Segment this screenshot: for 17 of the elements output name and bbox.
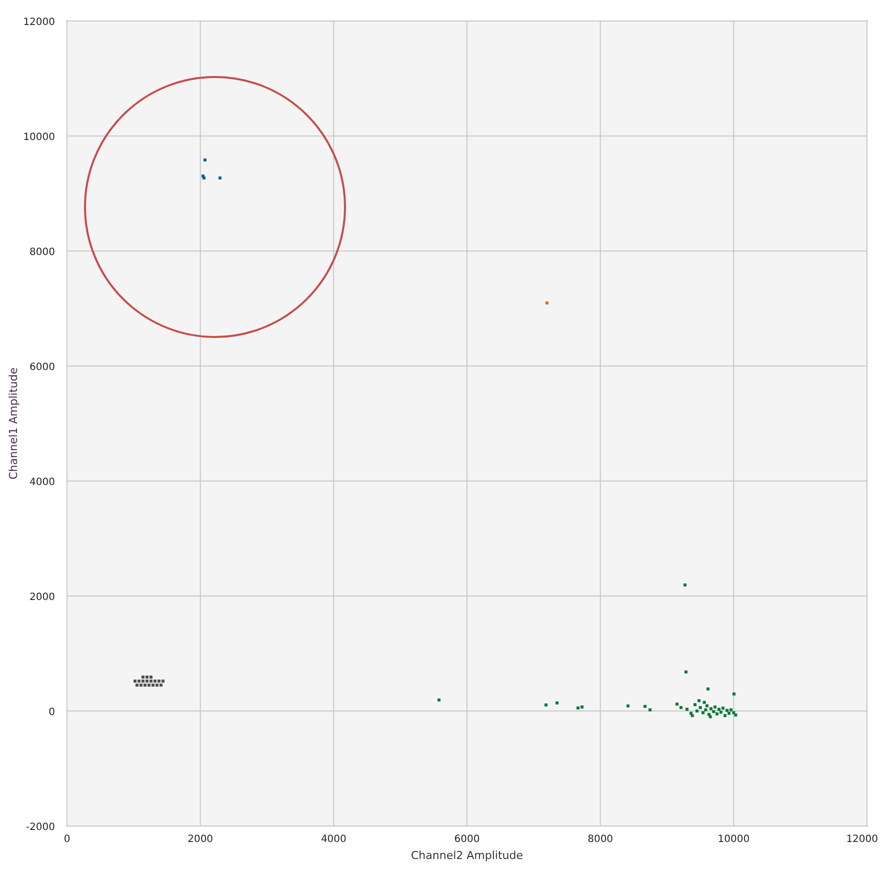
y-tick-label: 2000 bbox=[30, 592, 55, 603]
x-tick-label: 0 bbox=[64, 834, 70, 845]
x-tick-label: 2000 bbox=[188, 834, 214, 845]
y-tick-label: 12000 bbox=[23, 17, 55, 28]
x-axis-title: Channel2 Amplitude bbox=[410, 849, 524, 862]
y-tick-label: 4000 bbox=[30, 477, 55, 488]
y-tick-label: 6000 bbox=[30, 362, 55, 373]
y-tick-label: 8000 bbox=[30, 247, 55, 258]
y-axis-title: Channel1 Amplitude bbox=[7, 367, 20, 480]
y-tick-label: 0 bbox=[48, 707, 55, 718]
y-tick-label: 10000 bbox=[23, 132, 55, 143]
x-tick-label: 12000 bbox=[846, 834, 878, 845]
x-tick-label: 6000 bbox=[454, 834, 480, 845]
y-tick-label: -2000 bbox=[26, 822, 55, 833]
x-tick-label: 8000 bbox=[588, 834, 614, 845]
x-tick-label: 10000 bbox=[718, 834, 750, 845]
x-tick-label: 4000 bbox=[320, 834, 346, 845]
